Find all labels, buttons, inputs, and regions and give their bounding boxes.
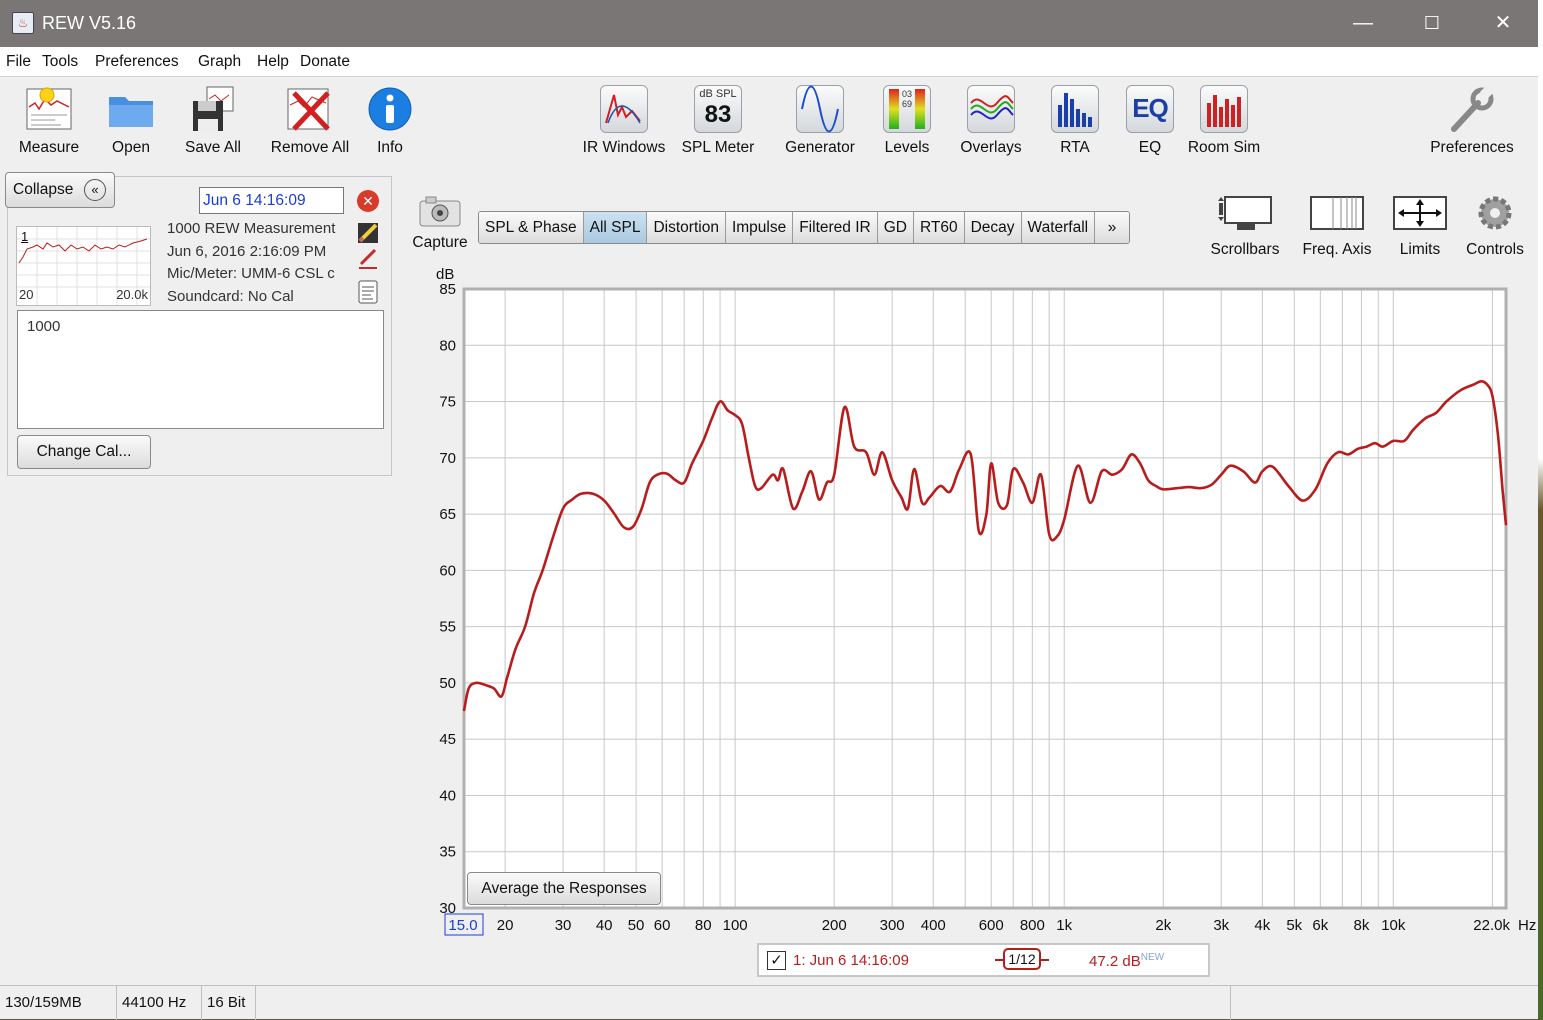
x-tick-label: 600 — [979, 917, 1004, 934]
x-tick-label: 4k — [1254, 917, 1270, 934]
y-tick-label: 60 — [439, 562, 456, 579]
x-tick-label: 10k — [1381, 917, 1406, 934]
average-responses-button[interactable]: Average the Responses — [467, 872, 661, 905]
x-tick-label: 15.0 — [448, 917, 477, 934]
y-tick-label: 85 — [439, 281, 456, 298]
x-tick-label: 40 — [596, 917, 613, 934]
x-tick-label: 400 — [921, 917, 946, 934]
x-tick-label: 5k — [1286, 917, 1302, 934]
y-tick-label: 55 — [439, 619, 456, 636]
y-tick-label: 35 — [439, 844, 456, 861]
x-tick-label: 50 — [628, 917, 645, 934]
legend-level[interactable]: 47.2 dBNEW — [1089, 952, 1164, 970]
x-tick-label: 2k — [1155, 917, 1171, 934]
x-tick-label: 20 — [497, 917, 514, 934]
x-tick-label: 8k — [1353, 917, 1369, 934]
status-divider — [1230, 986, 1231, 1020]
bit-depth-status: 16 Bit — [202, 986, 256, 1020]
x-tick-label: 800 — [1020, 917, 1045, 934]
y-axis-unit: dB — [436, 266, 454, 283]
spl-chart[interactable]: 30 35 40 45 50 55 60 65 70 75 80 85 15.0 20 30 40 50 60 8… — [0, 0, 1538, 985]
y-tick-label: 50 — [439, 675, 456, 692]
status-bar: 130/159MB 44100 Hz 16 Bit — [0, 985, 1538, 1020]
x-tick-label: 30 — [555, 917, 572, 934]
y-tick-label: 75 — [439, 394, 456, 411]
trace-legend: ✓ 1: Jun 6 14:16:09 1/12 47.2 dBNEW — [757, 943, 1210, 977]
x-axis-unit: Hz — [1518, 917, 1536, 934]
legend-level-value: 47.2 dB — [1089, 953, 1141, 970]
smoothing-indicator[interactable]: 1/12 — [995, 948, 1049, 972]
rew-window: ♨ REW V5.16 — ☐ ✕ File Tools Preferences… — [0, 0, 1538, 1020]
y-tick-label: 45 — [439, 731, 456, 748]
legend-trace-label[interactable]: 1: Jun 6 14:16:09 — [793, 952, 909, 969]
x-tick-label: 6k — [1312, 917, 1328, 934]
x-tick-label: 1k — [1056, 917, 1072, 934]
y-tick-label: 65 — [439, 506, 456, 523]
smoothing-value: 1/12 — [1003, 948, 1041, 970]
legend-level-tag: NEW — [1140, 952, 1165, 963]
x-tick-label: 300 — [880, 917, 905, 934]
memory-status: 130/159MB — [0, 986, 117, 1020]
x-tick-label: 80 — [695, 917, 712, 934]
sample-rate-status: 44100 Hz — [117, 986, 202, 1020]
x-tick-label: 22.0k — [1473, 917, 1510, 934]
desktop-background — [1538, 0, 1543, 1019]
x-axis-ticks: 15.0 20 30 40 50 60 80 100 200 300 400 600 800 1k 2k 3k… — [444, 913, 1510, 936]
y-tick-label: 70 — [439, 450, 456, 467]
plot-area — [464, 289, 1506, 908]
y-tick-label: 80 — [439, 337, 456, 354]
x-tick-label: 200 — [822, 917, 847, 934]
y-tick-label: 40 — [439, 787, 456, 804]
x-tick-label: 60 — [654, 917, 671, 934]
legend-checkbox[interactable]: ✓ — [767, 951, 786, 970]
y-axis-ticks: 303540455055606570758085 — [439, 281, 456, 917]
x-tick-label: 3k — [1213, 917, 1229, 934]
x-tick-label: 100 — [723, 917, 748, 934]
